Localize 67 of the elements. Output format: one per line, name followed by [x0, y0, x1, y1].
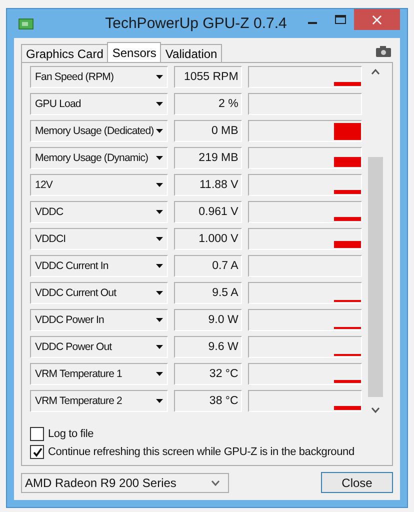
scroll-thumb[interactable]	[368, 157, 383, 397]
close-button[interactable]: ×	[354, 9, 400, 30]
sensor-value: 2 %	[174, 92, 242, 114]
sensor-dropdown[interactable]: 12V	[30, 174, 168, 196]
tab[interactable]: Validation	[160, 44, 222, 62]
sensor-dropdown[interactable]: VDDCI	[30, 228, 168, 250]
sensor-dropdown[interactable]: VDDC Power In	[30, 308, 168, 330]
camera-icon[interactable]	[376, 46, 391, 57]
close-dialog-button[interactable]: Close	[321, 472, 393, 493]
dropdown-arrow-icon	[156, 372, 164, 376]
sensor-dropdown[interactable]: Fan Speed (RPM)	[30, 66, 168, 88]
tab[interactable]: Sensors	[107, 42, 162, 62]
dropdown-arrow-icon	[156, 102, 164, 106]
sensor-dropdown[interactable]: Memory Usage (Dedicated)	[30, 120, 168, 142]
sensor-dropdown[interactable]: Memory Usage (Dynamic)	[30, 146, 168, 168]
checkbox[interactable]	[30, 427, 44, 441]
sensor-dropdown[interactable]: VDDC	[30, 200, 168, 222]
sensor-value: 9.6 W	[174, 336, 242, 358]
window-title: TechPowerUp GPU-Z 0.7.4	[104, 15, 288, 32]
sensor-dropdown[interactable]: VDDC Power Out	[30, 336, 168, 358]
checkbox[interactable]	[30, 445, 44, 459]
sensor-value: 219 MB	[174, 146, 242, 168]
sensor-value: 38 °C	[174, 390, 242, 412]
graph-bar	[334, 216, 361, 220]
checkbox-label: Continue refreshing this screen while GPU-Z is in the background	[48, 446, 354, 458]
sensor-value: 1.000 V	[174, 228, 242, 250]
graph-bar	[334, 122, 361, 140]
device-dropdown[interactable]: AMD Radeon R9 200 Series	[21, 472, 229, 492]
dropdown-arrow-icon	[156, 264, 164, 268]
sensor-value: 11.88 V	[174, 174, 242, 196]
dropdown-arrow-icon	[156, 344, 164, 348]
checkbox-label: Log to file	[48, 428, 94, 440]
sensor-value: 1055 RPM	[174, 66, 242, 88]
scroll-down-icon[interactable]	[371, 407, 380, 413]
dropdown-arrow-icon	[156, 182, 164, 186]
sensor-value: 0.7 A	[174, 254, 242, 276]
graph-bar	[334, 406, 361, 410]
sensor-dropdown[interactable]: VDDC Current In	[30, 254, 168, 276]
sensor-value: 0 MB	[174, 120, 242, 142]
sensor-dropdown[interactable]: VRM Temperature 2	[30, 390, 168, 412]
graph-bar	[334, 82, 361, 86]
sensor-value: 32 °C	[174, 362, 242, 384]
dropdown-arrow-icon	[156, 128, 164, 132]
graph-bar	[334, 190, 361, 194]
dropdown-arrow-icon	[156, 236, 164, 240]
tab[interactable]: Graphics Card	[21, 44, 108, 62]
dropdown-arrow-icon	[156, 210, 164, 214]
graph-bar	[334, 240, 361, 248]
maximize-icon	[334, 14, 346, 24]
dropdown-arrow-icon	[156, 156, 164, 160]
dropdown-arrow-icon	[156, 398, 164, 402]
gpu-card-icon	[18, 16, 34, 30]
sensor-dropdown[interactable]: VRM Temperature 1	[30, 362, 168, 384]
sensor-value: 0.961 V	[174, 200, 242, 222]
minimize-icon	[308, 22, 316, 24]
sensor-value: 9.0 W	[174, 308, 242, 330]
graph-bar	[334, 380, 361, 382]
sensor-dropdown[interactable]: VDDC Current Out	[30, 282, 168, 304]
sensor-value: 9.5 A	[174, 282, 242, 304]
sensor-dropdown[interactable]: GPU Load	[30, 92, 168, 114]
graph-bar	[334, 156, 361, 166]
dropdown-arrow-icon	[156, 290, 164, 294]
dropdown-arrow-icon	[156, 74, 164, 78]
checkmark-icon	[32, 446, 42, 458]
chevron-down-icon	[211, 480, 220, 486]
dropdown-arrow-icon	[156, 318, 164, 322]
scroll-up-icon[interactable]	[371, 69, 380, 75]
